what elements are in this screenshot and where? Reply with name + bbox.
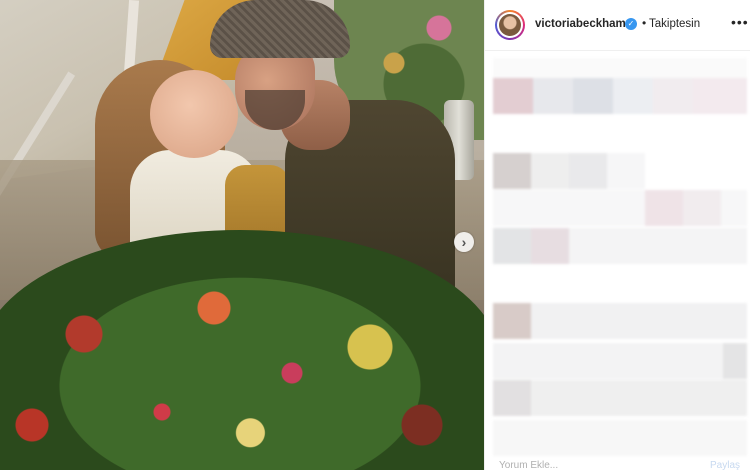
share-link[interactable]: Paylaş: [710, 460, 740, 471]
follow-status-button[interactable]: Takiptesin: [649, 18, 700, 30]
avatar-image: [499, 14, 521, 36]
photo-bouquet: [0, 230, 484, 470]
post-photo[interactable]: ›: [0, 0, 484, 470]
avatar[interactable]: [495, 10, 525, 40]
username-link[interactable]: victoriabeckham: [535, 18, 626, 30]
post-header: victoriabeckham ✓ • Takiptesin •••: [485, 0, 750, 51]
more-options-icon[interactable]: •••: [731, 14, 749, 30]
post-side-panel: victoriabeckham ✓ • Takiptesin ••• Yorum…: [484, 0, 750, 471]
photo-man-cap: [210, 0, 350, 58]
verified-badge-icon: ✓: [625, 18, 637, 30]
avatar-inner: [497, 12, 523, 38]
chevron-right-icon: ›: [461, 234, 467, 250]
instagram-post: › victoriabeckham ✓ • Takiptesin ••• Yor…: [0, 0, 750, 471]
blurred-comments: [493, 58, 747, 468]
separator-dot: •: [642, 16, 647, 30]
add-comment-input[interactable]: Yorum Ekle...: [499, 460, 558, 471]
photo-girl-face: [150, 70, 238, 158]
next-photo-button[interactable]: ›: [454, 232, 474, 252]
